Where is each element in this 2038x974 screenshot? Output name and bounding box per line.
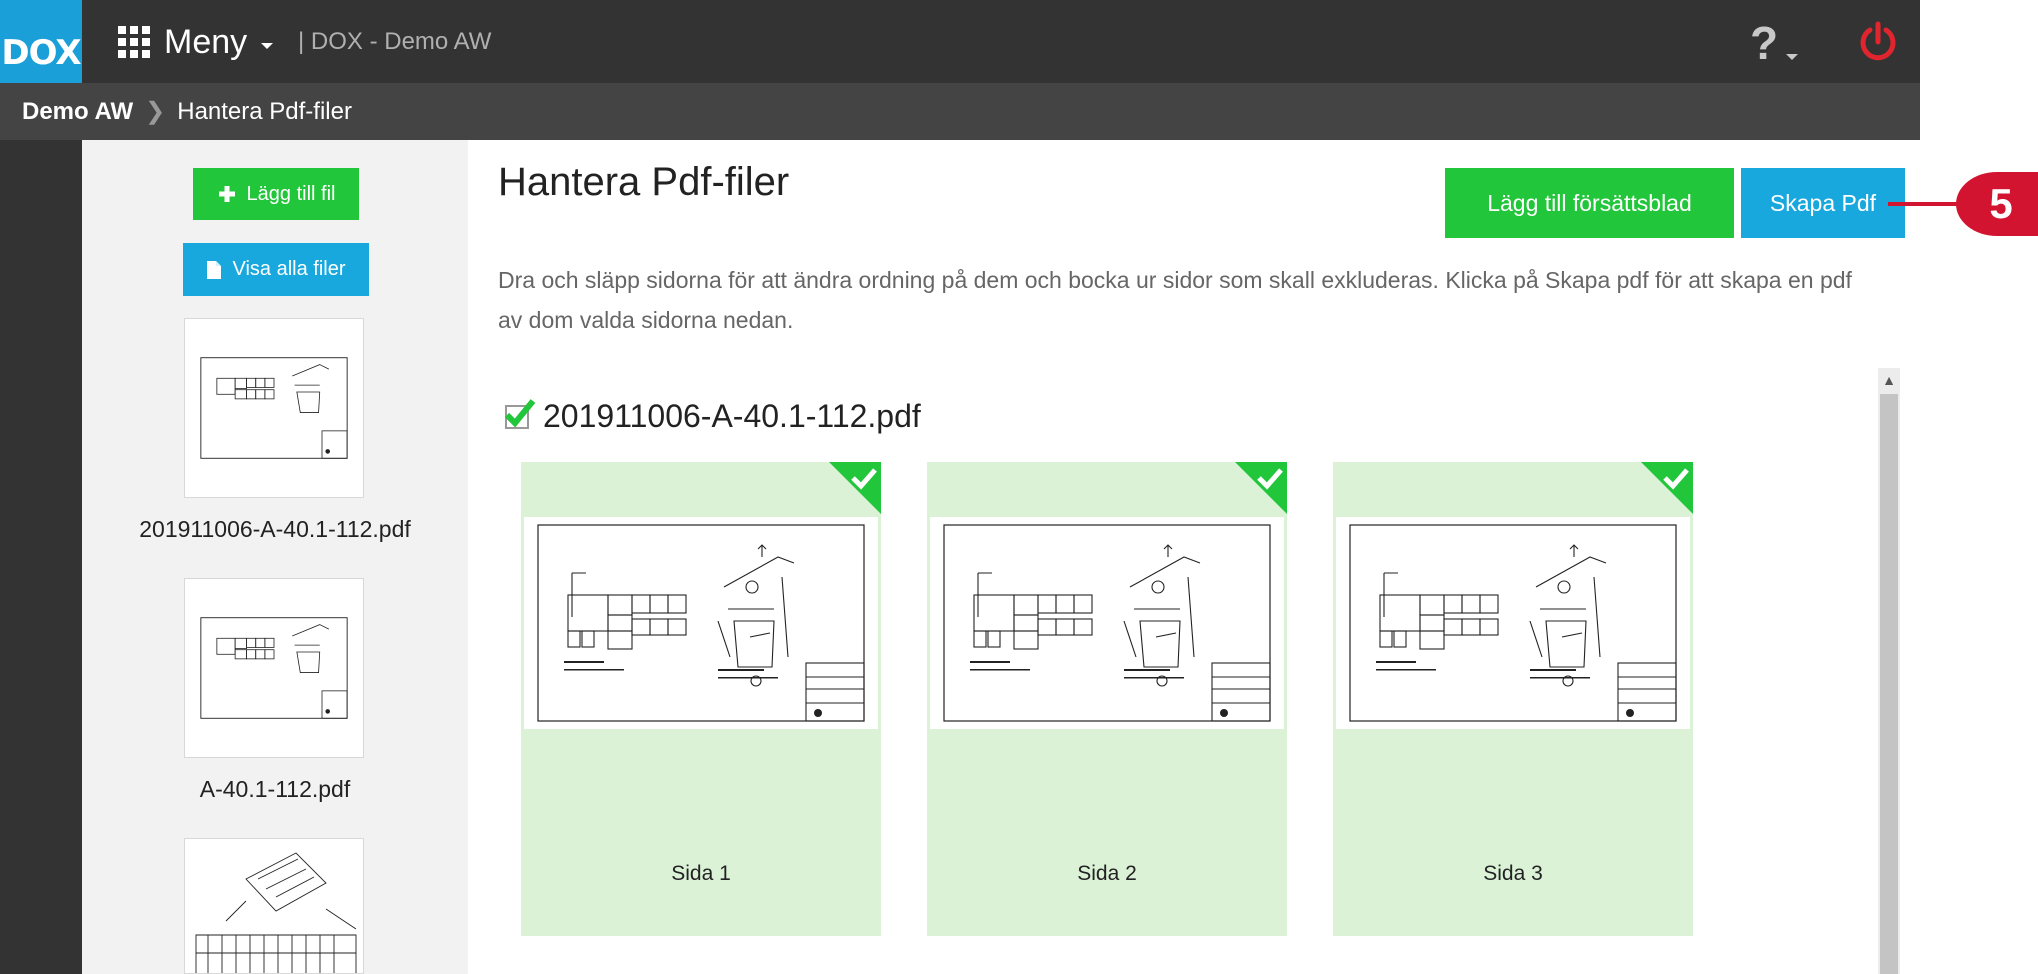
page-preview-image [1336, 517, 1690, 729]
selected-checkmark-icon[interactable] [1641, 462, 1693, 514]
chevron-right-icon: ❯ [145, 98, 166, 125]
file-icon [207, 260, 222, 279]
plus-icon [218, 186, 235, 202]
show-all-files-label: Visa alla filer [232, 258, 346, 280]
instructions-text: Dra och släpp sidorna för att ändra ordn… [498, 267, 1852, 333]
left-rail [0, 140, 82, 974]
sidebar-file-thumbnail[interactable] [184, 578, 364, 758]
power-icon[interactable] [1856, 20, 1900, 64]
main-menu-button[interactable]: Meny [118, 20, 274, 64]
page-label: Sida 3 [1483, 862, 1543, 885]
add-file-label: Lägg till fil [246, 182, 336, 205]
dox-logo[interactable]: DOX [0, 0, 82, 83]
file-select-checkbox[interactable] [504, 398, 536, 429]
breadcrumb-current: Hantera Pdf-filer [177, 97, 352, 125]
apps-grid-icon [118, 26, 150, 58]
scrollbar[interactable]: ▲ [1878, 368, 1900, 974]
sidebar-file-name[interactable]: A-40.1-112.pdf [82, 776, 468, 803]
file-preview-image [194, 328, 354, 488]
help-icon: ? [1750, 17, 1779, 69]
add-cover-sheet-button[interactable]: Lägg till försättsblad [1445, 168, 1734, 238]
sidebar-file-name[interactable]: 201911006-A-40.1-112.pdf [82, 516, 468, 543]
checkmark-icon [504, 398, 536, 427]
page-label: Sida 1 [671, 862, 731, 885]
page-label: Sida 2 [1077, 862, 1137, 885]
chevron-down-icon [261, 43, 274, 49]
help-menu-button[interactable]: ? [1750, 16, 1799, 70]
file-preview-image [194, 588, 354, 748]
page-preview-image [930, 517, 1284, 729]
breadcrumb-root[interactable]: Demo AW [22, 98, 133, 126]
scroll-thumb[interactable] [1880, 394, 1898, 974]
app-context-label: | DOX - Demo AW [298, 28, 492, 55]
show-all-files-button[interactable]: Visa alla filer [183, 243, 369, 296]
selected-checkmark-icon[interactable] [829, 462, 881, 514]
sidebar-file-thumbnail[interactable] [184, 318, 364, 498]
scroll-up-icon[interactable]: ▲ [1878, 368, 1900, 392]
file-title: 201911006-A-40.1-112.pdf [543, 398, 921, 434]
selected-checkmark-icon[interactable] [1235, 462, 1287, 514]
annotation-number-badge: 5 [1956, 172, 2038, 236]
page-card[interactable]: Sida 1 [521, 462, 881, 936]
file-header: 201911006-A-40.1-112.pdf [504, 398, 921, 435]
page-card[interactable]: Sida 3 [1333, 462, 1693, 936]
sidebar-file-thumbnail[interactable] [184, 838, 364, 974]
page-preview-image [524, 517, 878, 729]
file-preview-image [195, 852, 357, 973]
page-title: Hantera Pdf-filer [498, 160, 790, 204]
add-file-button[interactable]: Lägg till fil [193, 168, 359, 220]
breadcrumb: Demo AW ❯ Hantera Pdf-filer [0, 83, 1920, 140]
top-navbar: DOX Meny | DOX - Demo AW ? [0, 0, 1920, 83]
menu-label: Meny [164, 22, 248, 61]
chevron-down-icon [1786, 54, 1799, 60]
annotation-pointer-line [1888, 202, 1958, 206]
page-card[interactable]: Sida 2 [927, 462, 1287, 936]
create-pdf-button[interactable]: Skapa Pdf [1741, 168, 1905, 238]
